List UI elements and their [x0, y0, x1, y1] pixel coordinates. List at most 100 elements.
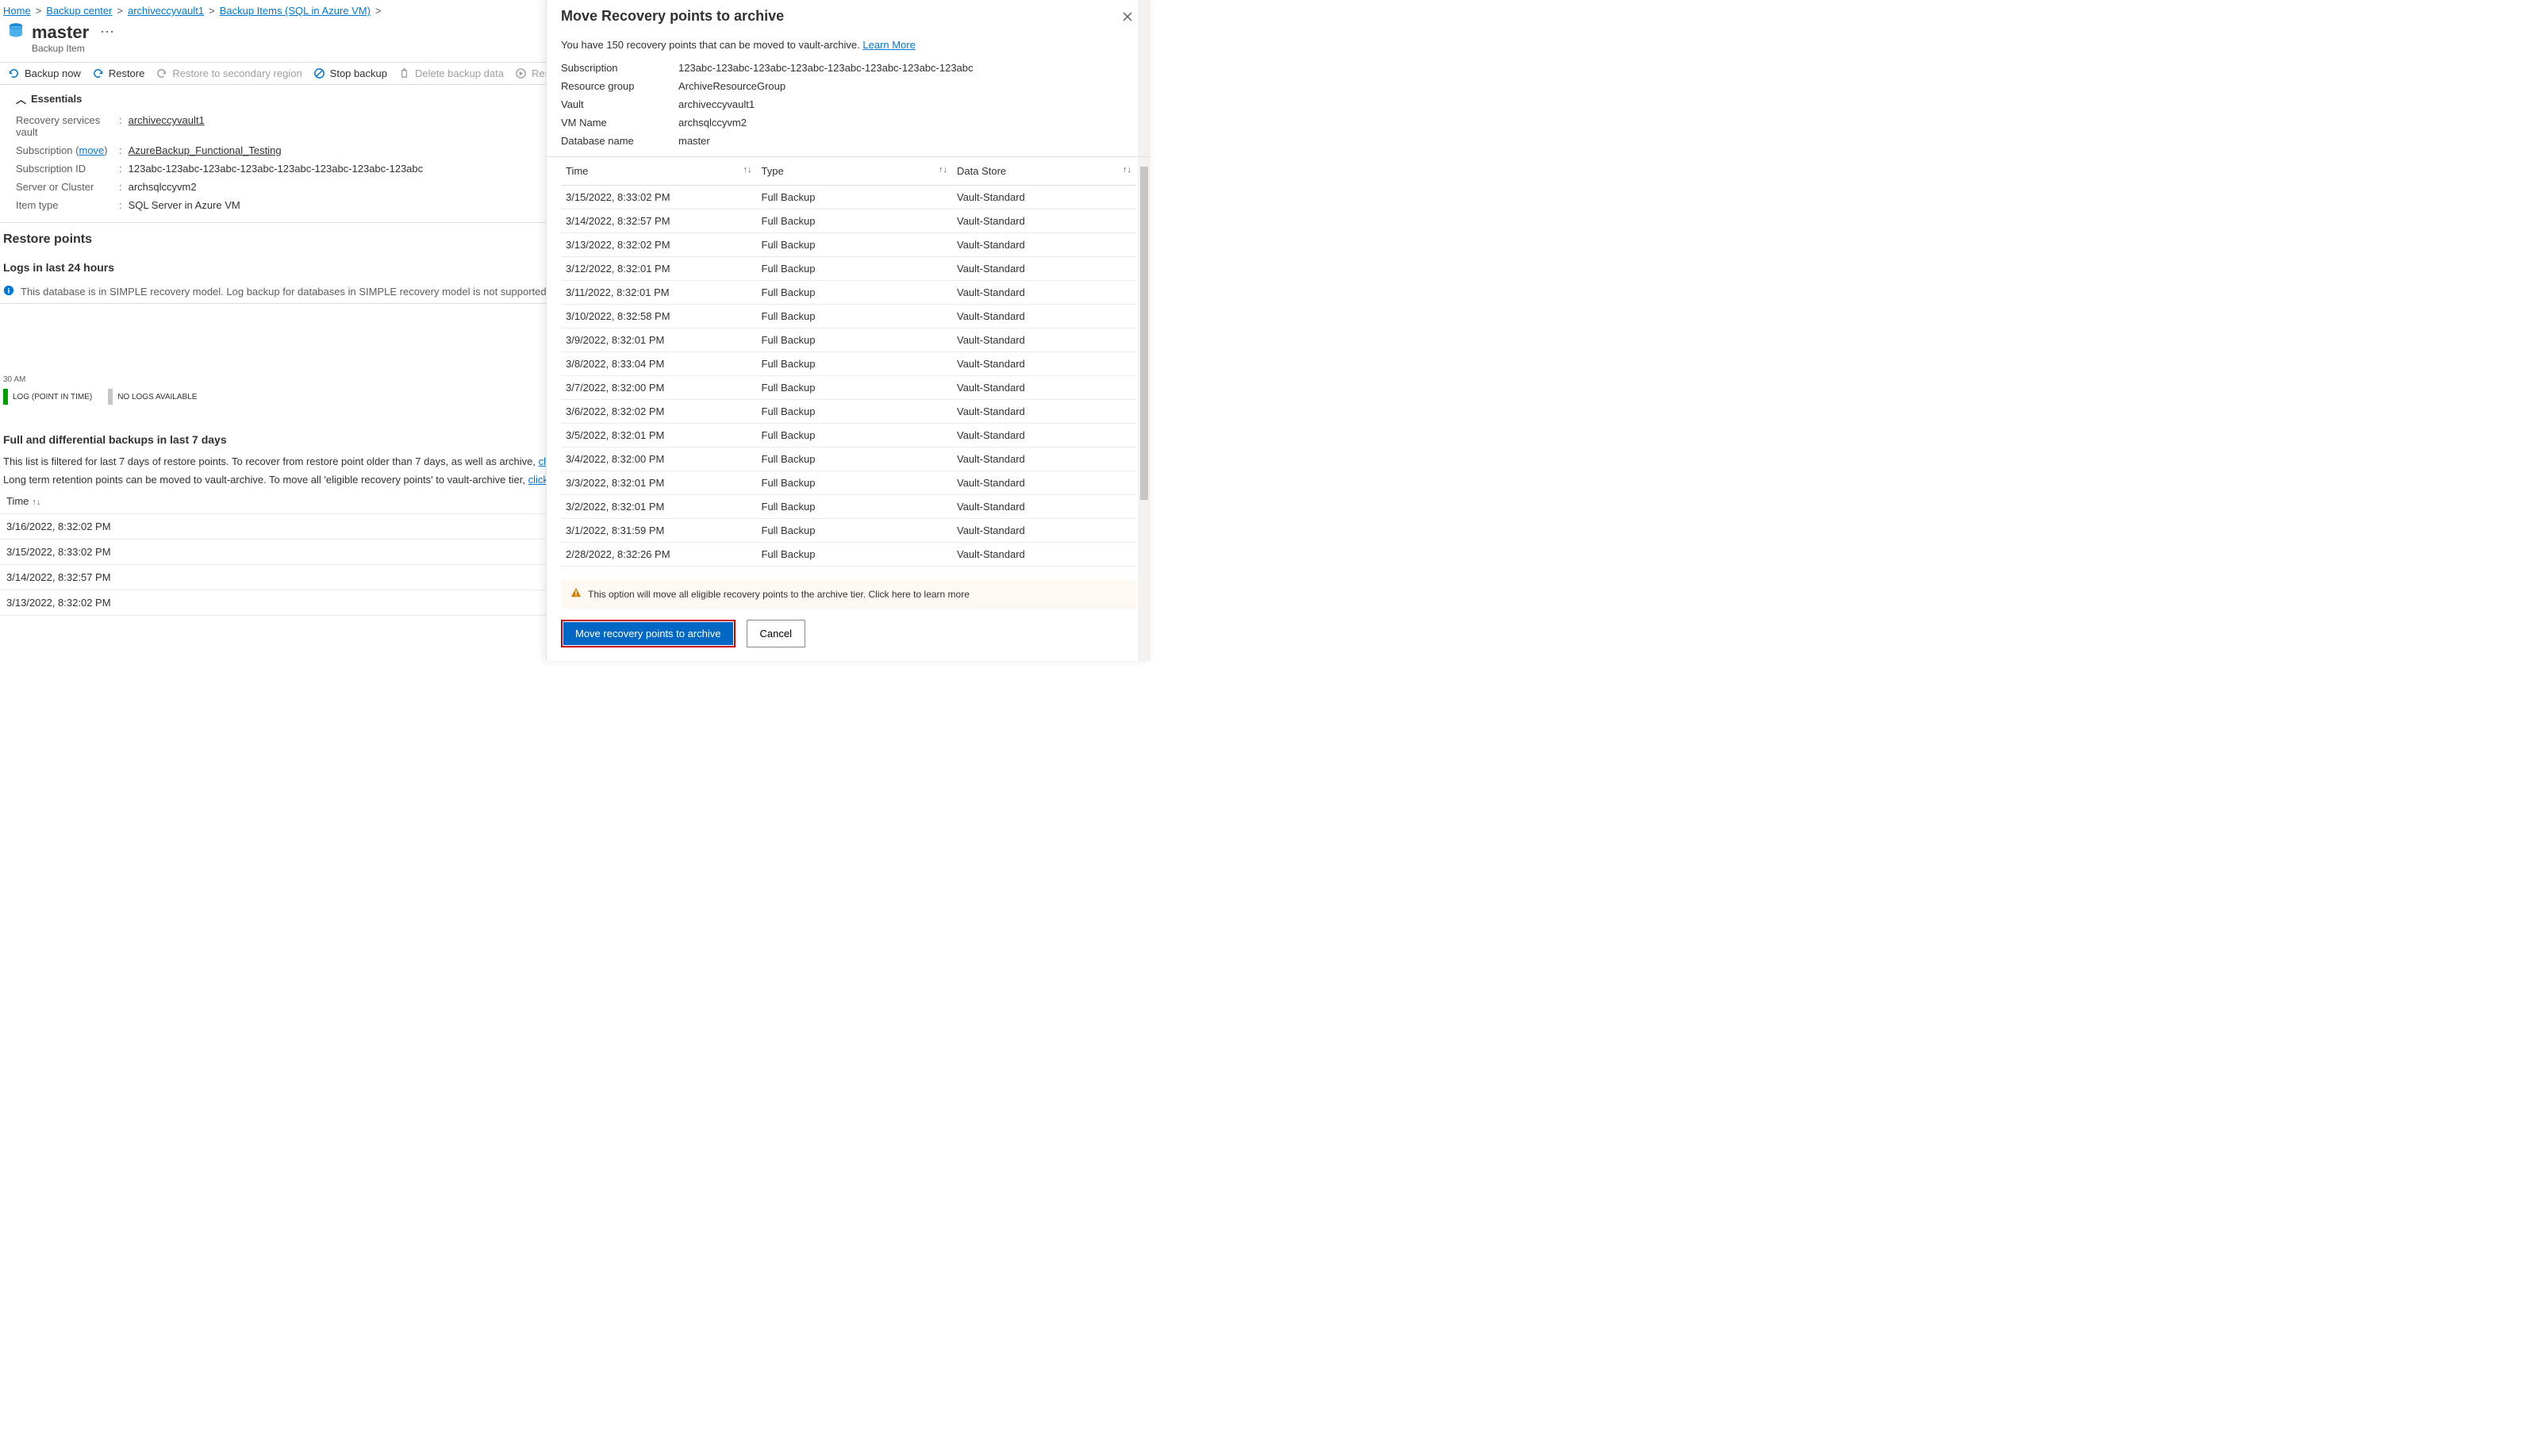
- table-row[interactable]: 3/10/2022, 8:32:58 PMFull BackupVault-St…: [561, 305, 1136, 328]
- cell-store: Vault-Standard: [952, 543, 1136, 567]
- vault-link[interactable]: archiveccyvault1: [129, 114, 205, 138]
- move-to-archive-button[interactable]: Move recovery points to archive: [563, 622, 733, 645]
- close-panel-button[interactable]: [1119, 8, 1136, 28]
- backup-now-label: Backup now: [25, 67, 81, 79]
- table-row[interactable]: 3/13/2022, 8:32:02 PMFull BackupVault-St…: [561, 233, 1136, 257]
- server-value: archsqlccyvm2: [129, 181, 197, 193]
- table-row[interactable]: 3/15/2022, 8:33:02 PMFull BackupVault-St…: [561, 186, 1136, 209]
- panel-title: Move Recovery points to archive: [561, 8, 784, 25]
- prop-vault-label: Vault: [561, 98, 678, 110]
- panel-col-time[interactable]: Time↑↓: [561, 157, 757, 186]
- sql-icon: [6, 21, 25, 43]
- cell-time: 3/12/2022, 8:32:01 PM: [561, 257, 757, 281]
- chevron-right-icon: >: [375, 5, 382, 17]
- table-row[interactable]: 3/4/2022, 8:32:00 PMFull BackupVault-Sta…: [561, 448, 1136, 471]
- cell-store: Vault-Standard: [952, 519, 1136, 543]
- cell-time: 3/4/2022, 8:32:00 PM: [561, 448, 757, 471]
- cell-time: 3/10/2022, 8:32:58 PM: [561, 305, 757, 328]
- delete-backup-label: Delete backup data: [415, 67, 504, 79]
- cell-type: Full Backup: [757, 495, 953, 519]
- cell-store: Vault-Standard: [952, 424, 1136, 448]
- cell-type: Full Backup: [757, 471, 953, 495]
- move-archive-panel: Move Recovery points to archive You have…: [546, 0, 1150, 661]
- legend-log-label: LOG (POINT IN TIME): [13, 393, 92, 401]
- cell-store: Vault-Standard: [952, 495, 1136, 519]
- legend-green-swatch: [3, 389, 8, 405]
- chevron-right-icon: >: [209, 5, 215, 17]
- table-row[interactable]: 3/1/2022, 8:31:59 PMFull BackupVault-Sta…: [561, 519, 1136, 543]
- cell-type: Full Backup: [757, 305, 953, 328]
- table-row[interactable]: 3/12/2022, 8:32:01 PMFull BackupVault-St…: [561, 257, 1136, 281]
- cell-type: Full Backup: [757, 400, 953, 424]
- prop-db-label: Database name: [561, 135, 678, 147]
- cancel-button[interactable]: Cancel: [747, 620, 805, 647]
- table-row[interactable]: 3/11/2022, 8:32:01 PMFull BackupVault-St…: [561, 281, 1136, 305]
- cell-store: Vault-Standard: [952, 281, 1136, 305]
- table-row[interactable]: 3/6/2022, 8:32:02 PMFull BackupVault-Sta…: [561, 400, 1136, 424]
- prop-rg-value: ArchiveResourceGroup: [678, 80, 786, 92]
- cell-store: Vault-Standard: [952, 448, 1136, 471]
- cell-store: Vault-Standard: [952, 257, 1136, 281]
- sub-id-value: 123abc-123abc-123abc-123abc-123abc-123ab…: [129, 163, 424, 175]
- server-label: Server or Cluster: [16, 181, 119, 193]
- delete-backup-button: Delete backup data: [398, 67, 504, 79]
- breadcrumb-vault[interactable]: archiveccyvault1: [128, 5, 204, 17]
- chevron-right-icon: >: [117, 5, 123, 17]
- cell-time: 3/5/2022, 8:32:01 PM: [561, 424, 757, 448]
- cell-type: Full Backup: [757, 543, 953, 567]
- chevron-up-icon: ︿: [16, 91, 26, 106]
- cell-type: Full Backup: [757, 519, 953, 543]
- learn-more-link[interactable]: Learn More: [862, 39, 915, 51]
- prop-rg-label: Resource group: [561, 80, 678, 92]
- panel-subtitle: You have 150 recovery points that can be…: [547, 34, 1150, 56]
- cell-store: Vault-Standard: [952, 209, 1136, 233]
- table-row[interactable]: 3/2/2022, 8:32:01 PMFull BackupVault-Sta…: [561, 495, 1136, 519]
- cell-time: 2/28/2022, 8:32:26 PM: [561, 543, 757, 567]
- prop-vault-value: archiveccyvault1: [678, 98, 755, 110]
- cell-store: Vault-Standard: [952, 186, 1136, 209]
- table-row[interactable]: 2/28/2022, 8:32:26 PMFull BackupVault-St…: [561, 543, 1136, 567]
- backup-now-button[interactable]: Backup now: [8, 67, 81, 79]
- subscription-link[interactable]: AzureBackup_Functional_Testing: [129, 144, 282, 156]
- stop-backup-button[interactable]: Stop backup: [313, 67, 387, 79]
- table-row[interactable]: 3/7/2022, 8:32:00 PMFull BackupVault-Sta…: [561, 376, 1136, 400]
- subscription-label: Subscription (move): [16, 144, 119, 156]
- table-row[interactable]: 3/14/2022, 8:32:57 PMFull BackupVault-St…: [561, 209, 1136, 233]
- cell-store: Vault-Standard: [952, 400, 1136, 424]
- prop-subscription-label: Subscription: [561, 62, 678, 74]
- cell-store: Vault-Standard: [952, 233, 1136, 257]
- table-row[interactable]: 3/9/2022, 8:32:01 PMFull BackupVault-Sta…: [561, 328, 1136, 352]
- item-type-label: Item type: [16, 199, 119, 211]
- cell-time: 3/2/2022, 8:32:01 PM: [561, 495, 757, 519]
- table-row[interactable]: 3/5/2022, 8:32:01 PMFull BackupVault-Sta…: [561, 424, 1136, 448]
- panel-properties: Subscription123abc-123abc-123abc-123abc-…: [547, 56, 1150, 156]
- prop-vm-label: VM Name: [561, 117, 678, 129]
- stop-backup-label: Stop backup: [330, 67, 387, 79]
- more-menu-button[interactable]: ⋯: [95, 24, 119, 40]
- info-text: This database is in SIMPLE recovery mode…: [21, 286, 619, 298]
- restore-button[interactable]: Restore: [92, 67, 145, 79]
- cell-type: Full Backup: [757, 424, 953, 448]
- panel-col-type[interactable]: Type↑↓: [757, 157, 953, 186]
- info-icon: i: [3, 285, 14, 298]
- cell-type: Full Backup: [757, 328, 953, 352]
- breadcrumb-backup-center[interactable]: Backup center: [46, 5, 112, 17]
- panel-col-store[interactable]: Data Store↑↓: [952, 157, 1136, 186]
- table-row[interactable]: 3/3/2022, 8:32:01 PMFull BackupVault-Sta…: [561, 471, 1136, 495]
- table-row[interactable]: 3/8/2022, 8:33:04 PMFull BackupVault-Sta…: [561, 352, 1136, 376]
- cell-type: Full Backup: [757, 209, 953, 233]
- breadcrumb-home[interactable]: Home: [3, 5, 31, 17]
- move-subscription-link[interactable]: move: [79, 144, 104, 156]
- cell-time: 3/1/2022, 8:31:59 PM: [561, 519, 757, 543]
- breadcrumb-backup-items[interactable]: Backup Items (SQL in Azure VM): [220, 5, 371, 17]
- recovery-points-table: Time↑↓ Type↑↓ Data Store↑↓ 3/15/2022, 8:…: [561, 157, 1136, 567]
- prop-db-value: master: [678, 135, 710, 147]
- legend-nolog-label: NO LOGS AVAILABLE: [117, 393, 197, 401]
- cell-type: Full Backup: [757, 448, 953, 471]
- warning-text: This option will move all eligible recov…: [588, 589, 970, 600]
- essentials-heading: Essentials: [31, 93, 82, 105]
- chevron-right-icon: >: [36, 5, 42, 17]
- sort-icon: ↑↓: [743, 165, 752, 175]
- cell-time: 3/6/2022, 8:32:02 PM: [561, 400, 757, 424]
- cell-time: 3/9/2022, 8:32:01 PM: [561, 328, 757, 352]
